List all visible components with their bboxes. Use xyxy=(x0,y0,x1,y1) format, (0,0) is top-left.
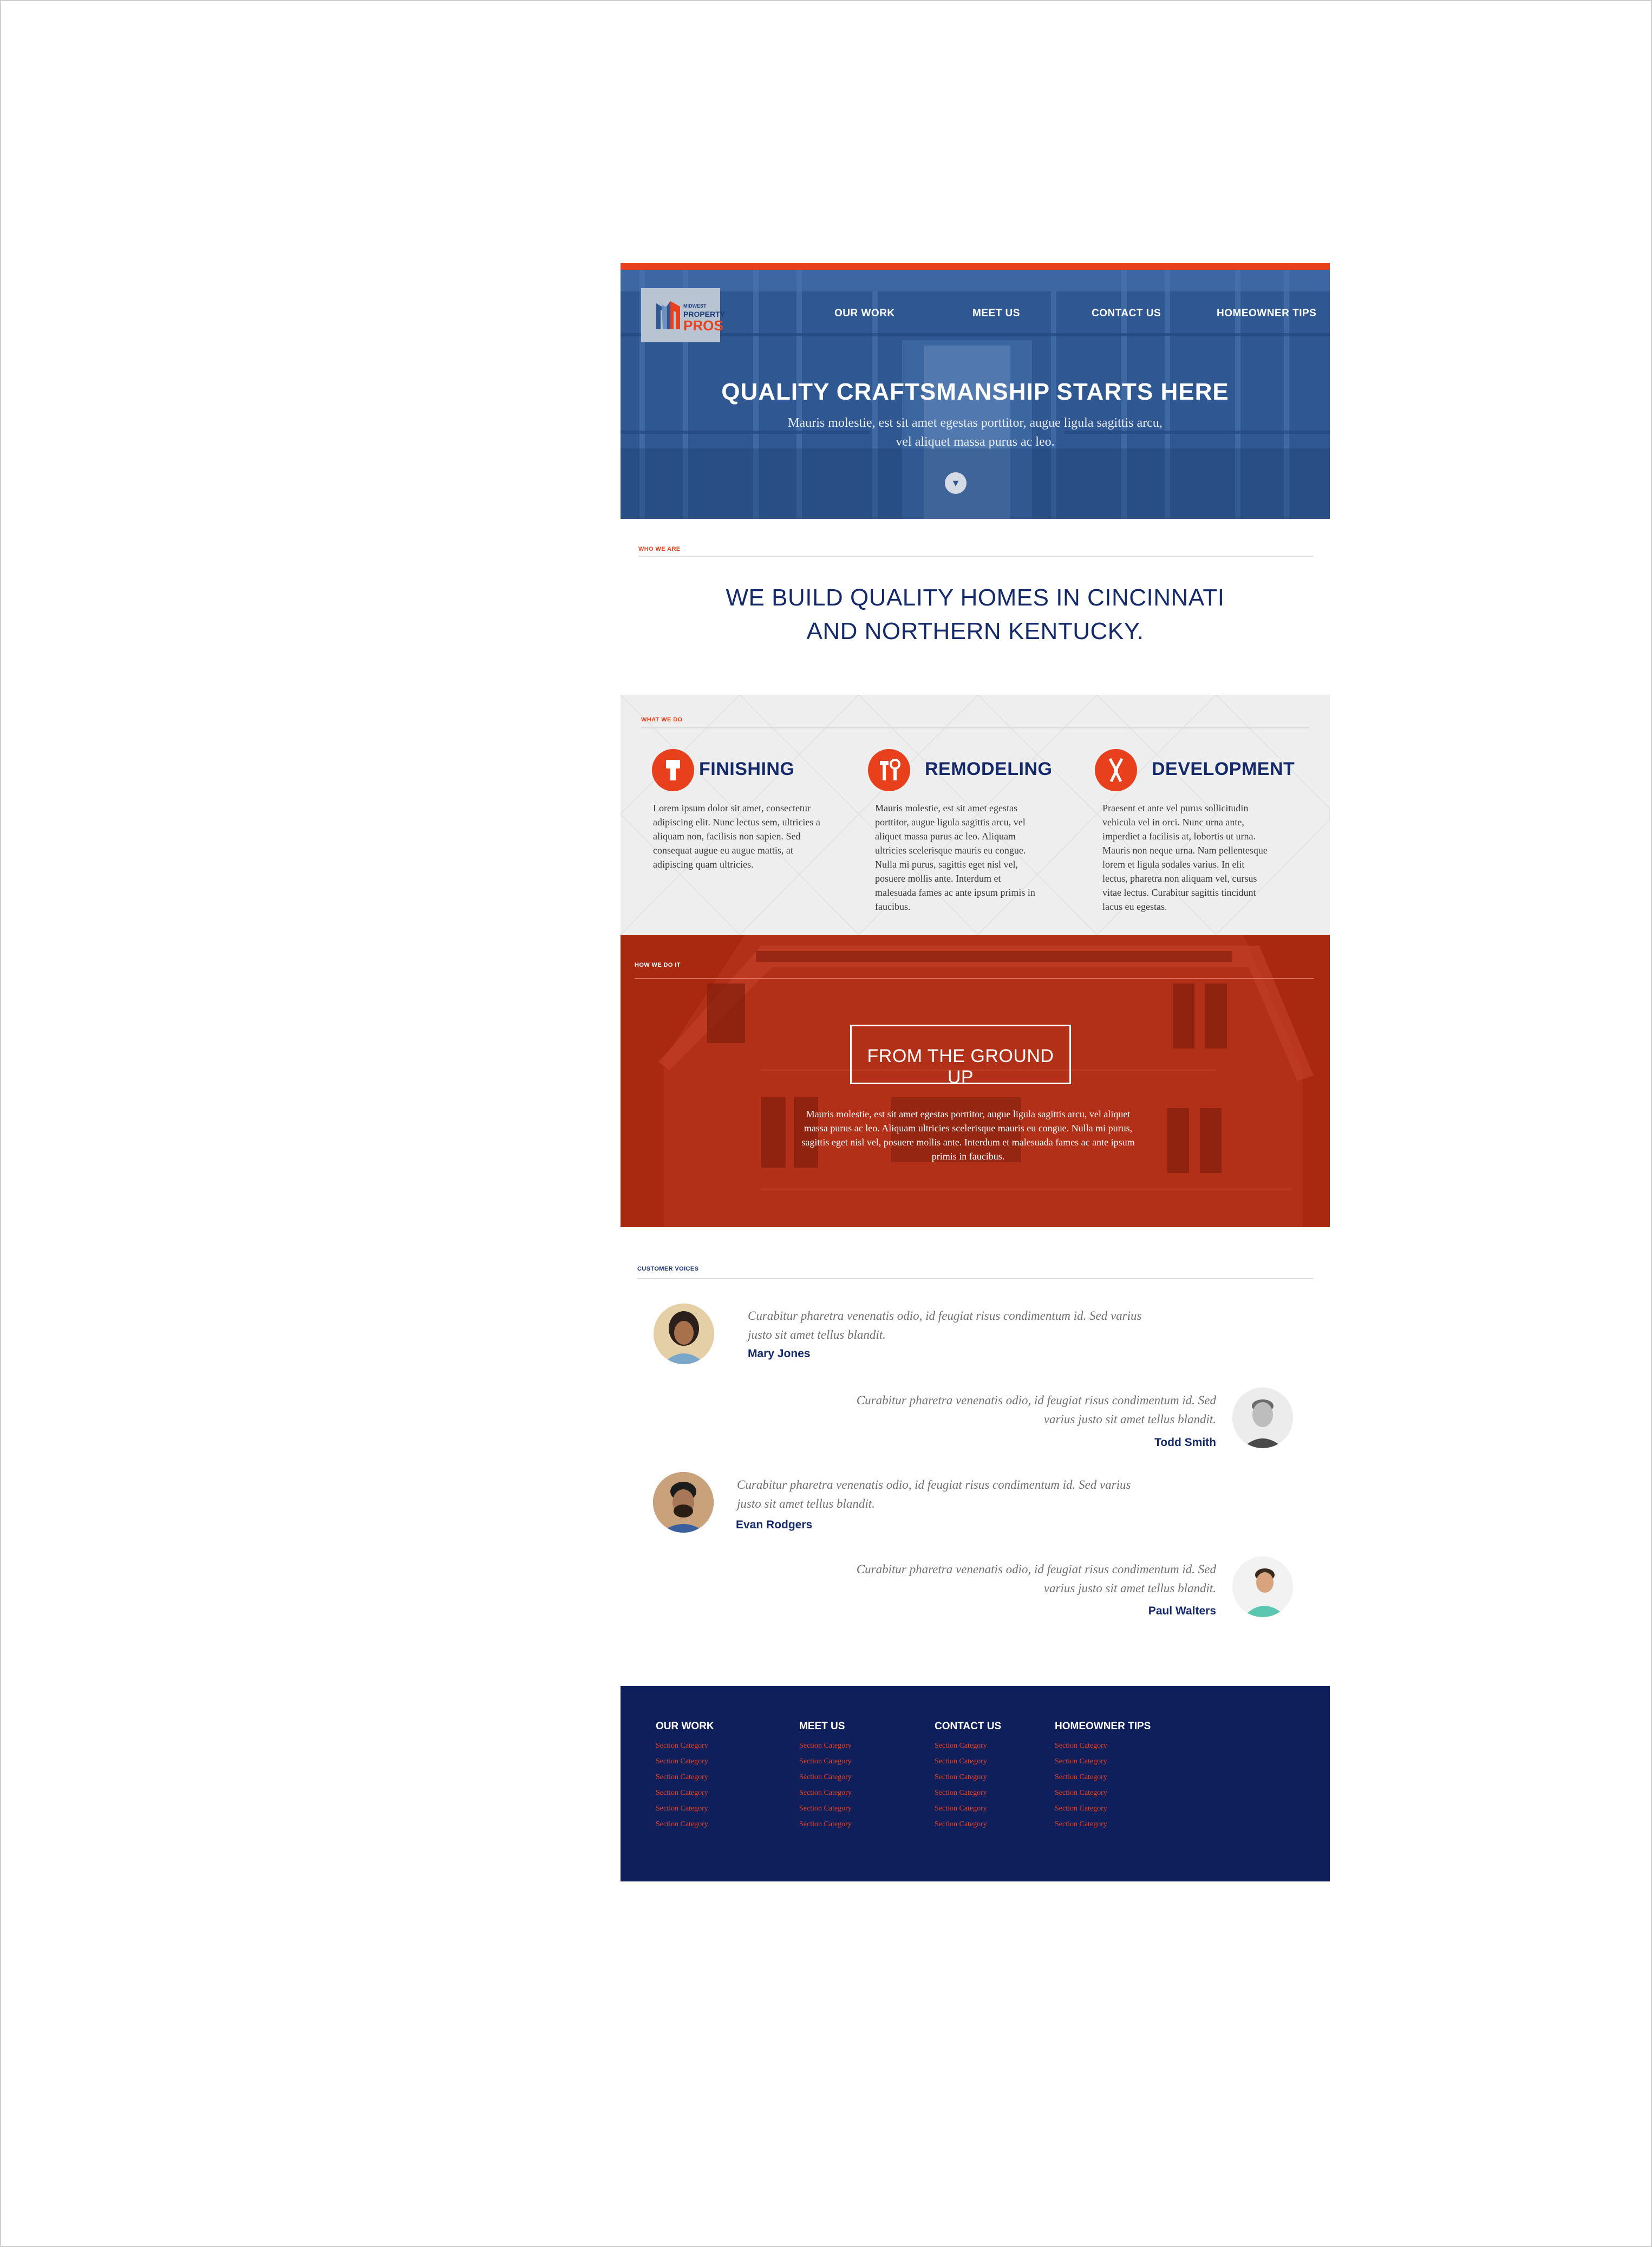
paint-brush-icon xyxy=(652,749,694,791)
service-title-finishing: FINISHING xyxy=(699,759,795,779)
service-text-finishing: Lorem ipsum dolor sit amet, consectetur … xyxy=(653,803,820,870)
footer-link[interactable]: Section Category xyxy=(1055,1754,1151,1769)
from-the-ground-up-box: FROM THE GROUND UP xyxy=(850,1025,1071,1087)
section-divider xyxy=(635,978,1314,979)
footer-heading[interactable]: CONTACT US xyxy=(935,1721,1001,1733)
website-mockup: MIDWEST PROPERTY PROS OUR WORK MEET US C… xyxy=(621,263,1330,1881)
who-heading: WE BUILD QUALITY HOMES IN CINCINNATI AND… xyxy=(726,584,1225,644)
avatar xyxy=(654,1304,714,1364)
footer-link[interactable]: Section Category xyxy=(656,1801,714,1816)
nav-contact-us[interactable]: CONTACT US xyxy=(1092,308,1161,320)
footer-link[interactable]: Section Category xyxy=(935,1785,1001,1801)
footer-link[interactable]: Section Category xyxy=(1055,1816,1151,1832)
logo-text-small: MIDWEST xyxy=(683,303,707,309)
footer-link[interactable]: Section Category xyxy=(656,1816,714,1832)
footer-link[interactable]: Section Category xyxy=(656,1785,714,1801)
footer-link[interactable]: Section Category xyxy=(799,1769,852,1785)
footer-link[interactable]: Section Category xyxy=(935,1769,1001,1785)
what-we-do-section: WHAT WE DO FINISHING Lorem ipsum dolor s… xyxy=(621,695,1330,935)
section-divider xyxy=(641,727,1309,728)
footer-link[interactable]: Section Category xyxy=(799,1754,852,1769)
footer-link[interactable]: Section Category xyxy=(1055,1785,1151,1801)
site-footer: OUR WORK Section Category Section Catego… xyxy=(621,1686,1330,1881)
footer-link[interactable]: Section Category xyxy=(799,1738,852,1754)
avatar xyxy=(1232,1388,1293,1448)
testimonial-quote: Curabitur pharetra venenatis odio, id fe… xyxy=(856,1393,1216,1426)
section-label-who: WHO WE ARE xyxy=(638,546,681,552)
footer-link[interactable]: Section Category xyxy=(799,1785,852,1801)
how-we-do-it-section: HOW WE DO IT FROM THE GROUND UP Mauris m… xyxy=(621,935,1330,1227)
testimonial-name: Todd Smith xyxy=(1154,1436,1216,1449)
nav-homeowner-tips[interactable]: HOMEOWNER TIPS xyxy=(1217,308,1316,320)
testimonial-name: Paul Walters xyxy=(1148,1605,1216,1617)
avatar xyxy=(1232,1556,1293,1617)
section-label-voices: CUSTOMER VOICES xyxy=(637,1266,699,1272)
service-text-development: Praesent et ante vel purus sollicitudin … xyxy=(1102,803,1268,912)
footer-link[interactable]: Section Category xyxy=(935,1801,1001,1816)
footer-link[interactable]: Section Category xyxy=(656,1754,714,1769)
customer-voices-section: CUSTOMER VOICES Curabitur pharetra venen… xyxy=(621,1227,1330,1686)
footer-heading[interactable]: HOMEOWNER TIPS xyxy=(1055,1721,1151,1733)
footer-heading[interactable]: OUR WORK xyxy=(656,1721,714,1733)
footer-link[interactable]: Section Category xyxy=(1055,1769,1151,1785)
footer-link[interactable]: Section Category xyxy=(935,1738,1001,1754)
section-divider xyxy=(638,556,1313,557)
footer-link[interactable]: Section Category xyxy=(656,1738,714,1754)
logo-mark-icon xyxy=(656,301,680,329)
footer-link[interactable]: Section Category xyxy=(935,1816,1001,1832)
footer-link[interactable]: Section Category xyxy=(799,1801,852,1816)
scroll-down-button[interactable]: ▼ xyxy=(945,472,967,494)
avatar xyxy=(653,1472,714,1533)
site-logo[interactable]: MIDWEST PROPERTY PROS xyxy=(641,288,725,342)
testimonial-name: Mary Jones xyxy=(748,1347,811,1360)
footer-link[interactable]: Section Category xyxy=(656,1769,714,1785)
hero-title: QUALITY CRAFTSMANSHIP STARTS HERE xyxy=(721,379,1229,405)
footer-column-meet-us: MEET US Section Category Section Categor… xyxy=(799,1721,852,1832)
testimonial-quote: Curabitur pharetra venenatis odio, id fe… xyxy=(737,1478,1131,1510)
testimonial-name: Evan Rodgers xyxy=(736,1519,813,1531)
tools-icon xyxy=(868,749,910,791)
footer-column-homeowner-tips: HOMEOWNER TIPS Section Category Section … xyxy=(1055,1721,1151,1832)
footer-link[interactable]: Section Category xyxy=(1055,1738,1151,1754)
service-title-development: DEVELOPMENT xyxy=(1152,759,1295,779)
footer-heading[interactable]: MEET US xyxy=(799,1721,852,1733)
section-label-what: WHAT WE DO xyxy=(641,717,683,723)
footer-column-our-work: OUR WORK Section Category Section Catego… xyxy=(656,1721,714,1832)
testimonial-quote: Curabitur pharetra venenatis odio, id fe… xyxy=(856,1562,1216,1595)
section-divider xyxy=(637,1278,1313,1279)
accent-top-bar xyxy=(621,263,1330,270)
pliers-icon xyxy=(1095,749,1137,791)
service-title-remodeling: REMODELING xyxy=(925,759,1053,779)
service-text-remodeling: Mauris molestie, est sit amet egestas po… xyxy=(875,803,1035,912)
section-label-how: HOW WE DO IT xyxy=(635,962,681,968)
nav-our-work[interactable]: OUR WORK xyxy=(834,308,895,320)
testimonial-quote: Curabitur pharetra venenatis odio, id fe… xyxy=(748,1309,1142,1341)
how-text: Mauris molestie, est sit amet egestas po… xyxy=(801,1109,1135,1162)
footer-link[interactable]: Section Category xyxy=(799,1816,852,1832)
nav-meet-us[interactable]: MEET US xyxy=(972,308,1020,320)
footer-link[interactable]: Section Category xyxy=(1055,1801,1151,1816)
hero-subtitle: Mauris molestie, est sit amet egestas po… xyxy=(788,416,1163,449)
footer-column-contact-us: CONTACT US Section Category Section Cate… xyxy=(935,1721,1001,1832)
who-we-are-section: WHO WE ARE WE BUILD QUALITY HOMES IN CIN… xyxy=(621,519,1330,695)
hero-section: MIDWEST PROPERTY PROS OUR WORK MEET US C… xyxy=(621,263,1330,519)
logo-text-pros: PROS xyxy=(683,317,723,334)
footer-link[interactable]: Section Category xyxy=(935,1754,1001,1769)
how-heading: FROM THE GROUND UP xyxy=(867,1046,1054,1087)
